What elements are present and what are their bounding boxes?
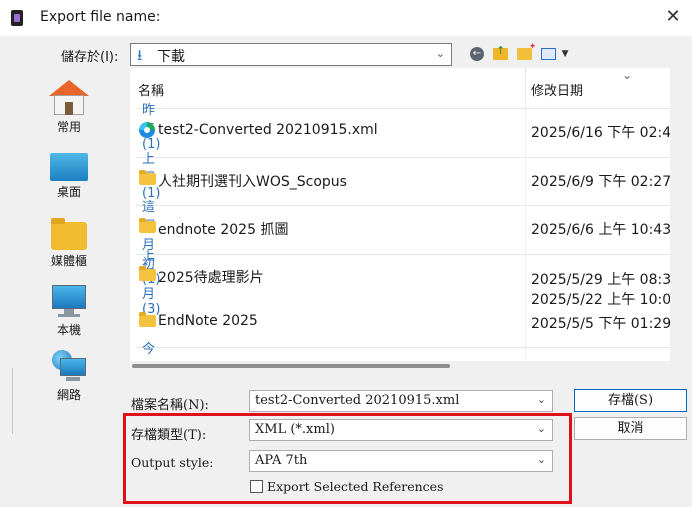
- download-arrow-icon: ⭳: [137, 46, 143, 64]
- filename-label: 檔案名稱(N):: [131, 398, 209, 413]
- app-icon: [11, 10, 23, 26]
- place-label: 桌面: [56, 185, 81, 199]
- file-date: 2025/5/5 下午 01:29: [531, 316, 670, 332]
- file-date: 2025/6/16 下午 02:47: [531, 125, 670, 141]
- place-computer[interactable]: 本機: [32, 285, 106, 338]
- file-name: 2025待處理影片: [158, 270, 264, 286]
- list-item[interactable]: 2025待處理影片 2025/5/29 上午 08:37: [130, 264, 670, 288]
- network-icon: [50, 350, 88, 384]
- output-style-select[interactable]: APA 7th ⌄: [249, 450, 553, 472]
- group-label: 今年初 (3): [142, 342, 156, 357]
- output-style-label: Output style:: [131, 455, 214, 470]
- file-date: 2025/6/6 上午 10:43: [531, 222, 670, 238]
- chevron-down-icon[interactable]: ⌄: [537, 422, 546, 435]
- file-name: test2-Converted 20210915.xml: [158, 122, 378, 138]
- filename-field[interactable]: test2-Converted 20210915.xml ⌄: [249, 390, 553, 412]
- list-item[interactable]: endnote 2025 抓圖 2025/6/6 上午 10:43: [130, 216, 670, 240]
- view-menu-caret-icon[interactable]: ▼: [562, 49, 569, 59]
- place-library[interactable]: 媒體櫃: [32, 218, 106, 269]
- folder-icon: [139, 266, 156, 281]
- window-title: Export file name:: [40, 9, 161, 25]
- column-header: 名稱 修改日期 ⌄: [130, 68, 670, 102]
- list-item[interactable]: EndNote 2025 2025/5/5 下午 01:29: [130, 310, 670, 334]
- location-combo[interactable]: ⭳ 下載 ⌄: [130, 43, 452, 66]
- filename-value: test2-Converted 20210915.xml: [255, 393, 460, 408]
- folder-icon: [139, 312, 156, 327]
- file-name: 人社期刊選刊入WOS_Scopus: [158, 174, 347, 190]
- home-icon: [49, 80, 89, 116]
- vertical-scrollbar[interactable]: [670, 68, 692, 361]
- file-name: EndNote 2025: [158, 313, 258, 329]
- file-type-select[interactable]: XML (*.xml) ⌄: [249, 419, 553, 441]
- nav-toolbar: ← ▼: [470, 42, 573, 64]
- computer-icon: [51, 285, 87, 319]
- place-desktop[interactable]: 桌面: [32, 153, 106, 200]
- places-bar: 常用 桌面 媒體櫃 本機 網路: [12, 68, 124, 402]
- column-divider[interactable]: [525, 68, 526, 102]
- group-header-yesterday[interactable]: 昨天 (1): [130, 98, 670, 152]
- close-icon[interactable]: ✕: [662, 6, 684, 28]
- new-folder-icon[interactable]: [517, 42, 536, 60]
- horizontal-scrollbar[interactable]: [130, 361, 670, 373]
- place-home[interactable]: 常用: [32, 80, 106, 135]
- folder-icon: [139, 170, 156, 185]
- group-header-early-this-year[interactable]: 今年初 (3): [130, 337, 670, 357]
- file-type-value: XML (*.xml): [255, 422, 335, 437]
- view-menu-icon[interactable]: [541, 47, 557, 60]
- file-type-label: 存檔類型(T):: [131, 428, 207, 443]
- file-date: 2025/6/9 下午 02:27: [531, 174, 670, 190]
- save-in-label: 儲存於(I):: [61, 50, 119, 65]
- group-header-last-month[interactable]: 上個月 (3): [130, 244, 670, 317]
- folder-icon: [139, 218, 156, 233]
- place-label: 本機: [56, 323, 81, 337]
- column-date-header[interactable]: 修改日期: [531, 80, 583, 99]
- up-folder-icon[interactable]: [493, 44, 509, 60]
- location-text: 下載: [157, 49, 185, 65]
- sort-chevron-icon: ⌄: [622, 68, 633, 82]
- file-date: 2025/5/22 上午 10:01: [531, 292, 670, 308]
- cancel-button[interactable]: 取消: [574, 417, 687, 440]
- place-label: 常用: [56, 120, 81, 134]
- chevron-down-icon[interactable]: ⌄: [436, 47, 445, 60]
- chevron-down-icon[interactable]: ⌄: [537, 393, 546, 406]
- title-bar: Export file name: ✕: [0, 0, 692, 36]
- place-label: 媒體櫃: [50, 254, 87, 268]
- export-selected-label[interactable]: Export Selected References: [267, 479, 444, 494]
- desktop-icon: [50, 153, 88, 181]
- file-name: endnote 2025 抓圖: [158, 222, 289, 238]
- place-label: 網路: [56, 388, 81, 402]
- export-selected-checkbox[interactable]: [250, 480, 263, 493]
- edge-file-icon: [139, 122, 155, 140]
- list-item[interactable]: 2025/5/22 上午 10:01: [130, 287, 670, 311]
- column-name-header[interactable]: 名稱: [138, 80, 164, 99]
- list-item[interactable]: test2-Converted 20210915.xml 2025/6/16 下…: [130, 119, 670, 143]
- place-network[interactable]: 網路: [32, 350, 106, 403]
- save-button[interactable]: 存檔(S): [574, 389, 687, 412]
- horizontal-scroll-thumb[interactable]: [132, 364, 450, 368]
- chevron-down-icon[interactable]: ⌄: [537, 453, 546, 466]
- file-date: 2025/5/29 上午 08:37: [531, 272, 670, 288]
- back-icon[interactable]: ←: [470, 46, 484, 61]
- list-item[interactable]: 人社期刊選刊入WOS_Scopus 2025/6/9 下午 02:27: [130, 168, 670, 192]
- library-icon: [51, 218, 87, 250]
- group-header-last-week[interactable]: 上週 (1): [130, 147, 670, 201]
- output-style-value: APA 7th: [255, 453, 308, 468]
- file-list[interactable]: 名稱 修改日期 ⌄ 昨天 (1) test2-Converted 2021091…: [130, 68, 670, 361]
- group-header-early-this-month[interactable]: 這個月初 (1): [130, 195, 670, 287]
